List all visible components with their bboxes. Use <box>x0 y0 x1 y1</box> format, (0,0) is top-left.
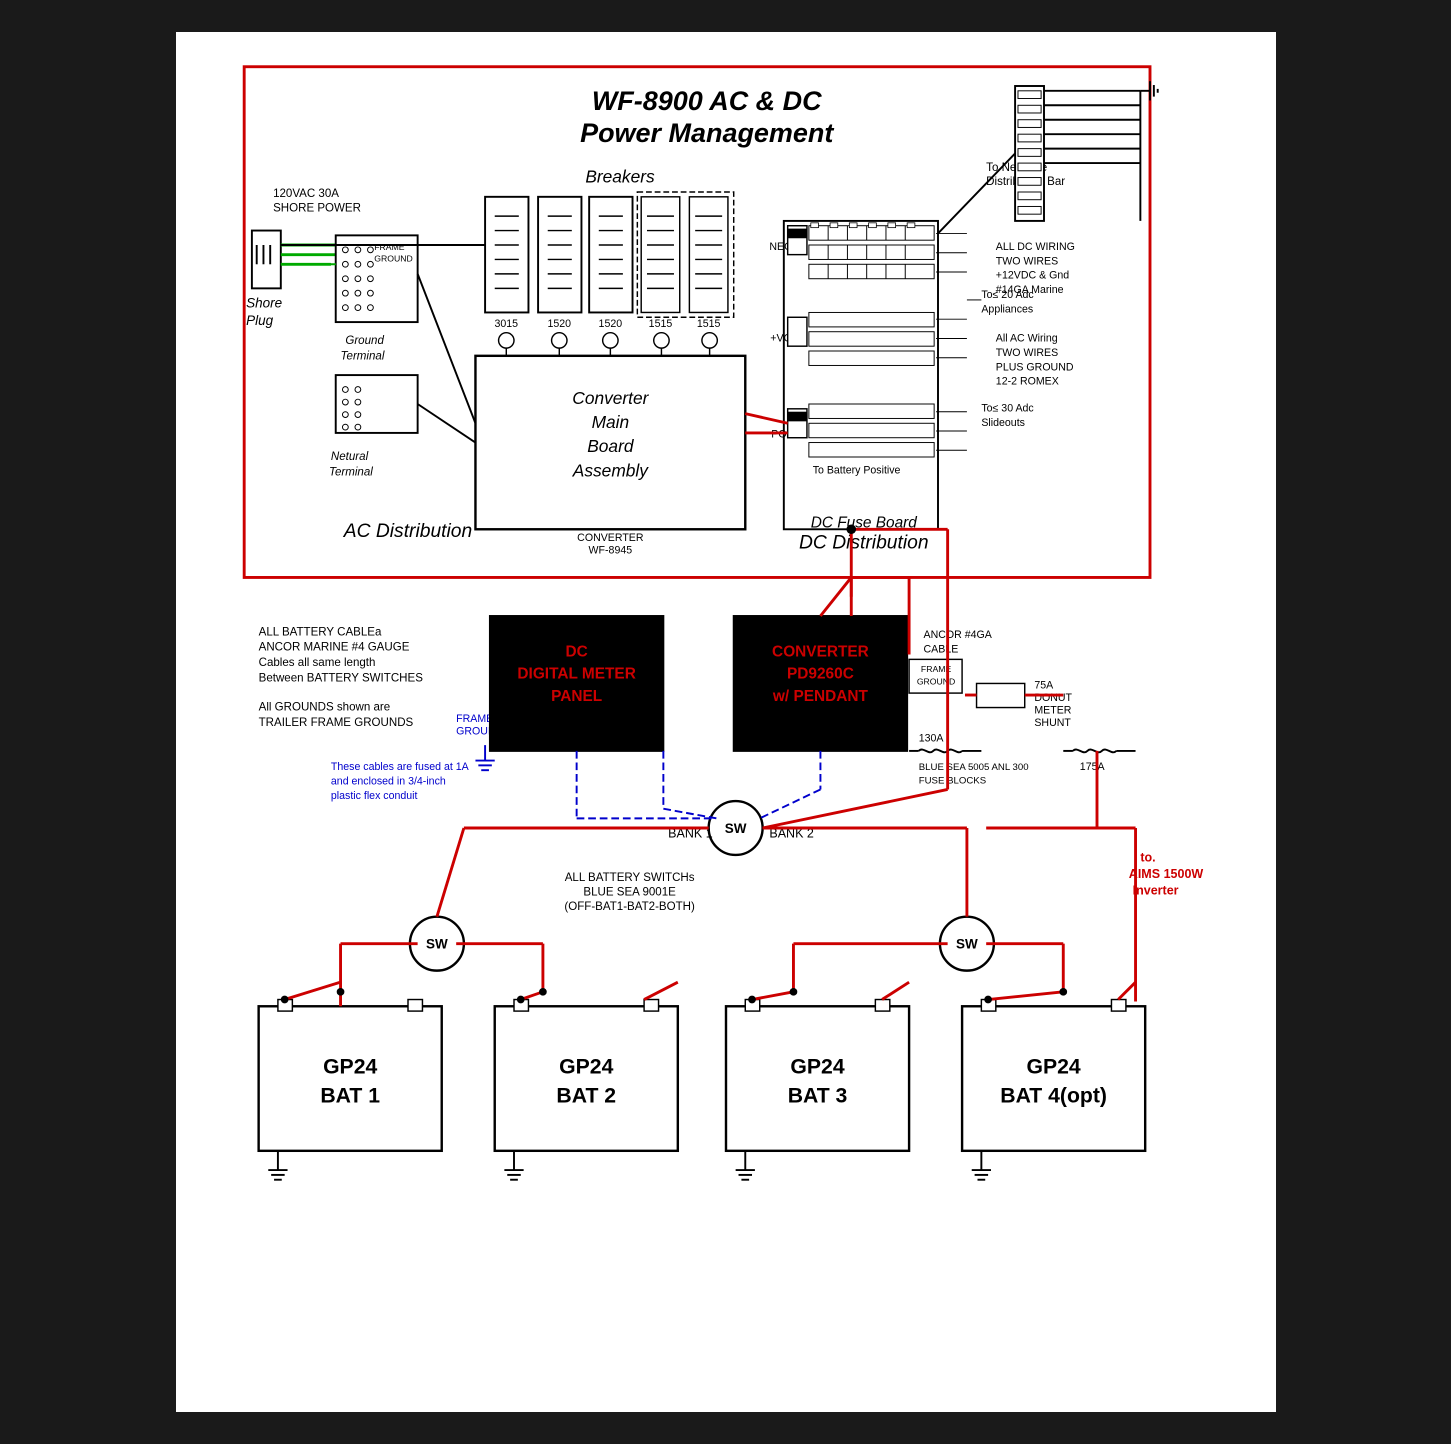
svg-text:Plug: Plug <box>246 313 273 328</box>
svg-text:PLUS GROUND: PLUS GROUND <box>995 361 1073 373</box>
svg-text:BLUE SEA 5005 ANL 300: BLUE SEA 5005 ANL 300 <box>918 762 1028 773</box>
svg-text:plastic flex conduit: plastic flex conduit <box>330 790 417 802</box>
dc-wiring-note: ALL DC WIRING <box>995 241 1074 253</box>
svg-text:ANCOR MARINE #4 GAUGE: ANCOR MARINE #4 GAUGE <box>258 642 409 654</box>
dc-distribution-label: DC Distribution <box>799 533 929 554</box>
svg-text:PD9260C: PD9260C <box>787 666 854 683</box>
svg-text:Cables all same length: Cables all same length <box>258 657 375 669</box>
fused-note: These cables are fused at 1A <box>330 761 469 773</box>
battery-switches-note: ALL BATTERY SWITCHs <box>564 872 694 884</box>
grounds-note: All GROUNDS shown are <box>258 701 390 713</box>
diagram-container: WF-8900 AC & DC Power Management 120VAC … <box>176 32 1276 1412</box>
svg-text:Slideouts: Slideouts <box>981 417 1025 429</box>
svg-text:SHUNT: SHUNT <box>1034 717 1071 729</box>
svg-text:12-2 ROMEX: 12-2 ROMEX <box>995 376 1058 388</box>
frame-ground-label: FRAME <box>374 242 405 252</box>
svg-text:WF-8945: WF-8945 <box>588 544 632 556</box>
to-30adc: To≤ 30 Adc <box>981 403 1034 415</box>
svg-text:TRAILER FRAME GROUNDS: TRAILER FRAME GROUNDS <box>258 717 413 729</box>
ac-distribution-label: AC Distribution <box>342 521 471 542</box>
svg-text:BAT 3: BAT 3 <box>787 1085 847 1108</box>
svg-text:w/ PENDANT: w/ PENDANT <box>771 688 868 705</box>
svg-text:Terminal: Terminal <box>340 351 384 363</box>
svg-text:Appliances: Appliances <box>981 303 1033 315</box>
sw-center: SW <box>724 821 746 836</box>
ground-terminal-label: Ground <box>345 335 384 347</box>
svg-text:FUSE BLOCKS: FUSE BLOCKS <box>918 776 985 787</box>
neutral-terminal-label: Netural <box>330 451 368 463</box>
svg-text:Board: Board <box>587 436 635 456</box>
svg-text:CABLE: CABLE <box>923 644 958 656</box>
breaker-3015: 3015 <box>494 318 518 330</box>
svg-text:Inverter: Inverter <box>1132 883 1178 897</box>
svg-text:Terminal: Terminal <box>328 466 372 478</box>
bat2-label: GP24 <box>559 1056 613 1079</box>
svg-text:GROUND: GROUND <box>374 253 412 263</box>
shore-plug-label: Shore <box>246 296 282 311</box>
aims-label: to. <box>1140 851 1155 865</box>
svg-text:DIGITAL METER: DIGITAL METER <box>517 666 635 683</box>
ac-wiring-note: All AC Wiring <box>995 332 1057 344</box>
svg-text:GROUND: GROUND <box>916 676 954 686</box>
svg-text:BAT 4(opt): BAT 4(opt) <box>1000 1085 1107 1108</box>
svg-text:and enclosed in 3/4-inch: and enclosed in 3/4-inch <box>330 776 445 788</box>
svg-text:(OFF-BAT1-BAT2-BOTH): (OFF-BAT1-BAT2-BOTH) <box>564 901 695 913</box>
sw-left: SW <box>426 936 448 951</box>
svg-text:BAT 2: BAT 2 <box>556 1085 616 1108</box>
svg-text:1515: 1515 <box>648 318 672 330</box>
bat3-label: GP24 <box>790 1056 844 1079</box>
svg-text:1520: 1520 <box>547 318 571 330</box>
to-battery-positive: To Battery Positive <box>812 464 900 476</box>
svg-text:PANEL: PANEL <box>551 688 602 705</box>
sw-right: SW <box>956 936 978 951</box>
converter-panel-label: CONVERTER <box>772 643 869 660</box>
shore-power-label: 120VAC 30A <box>273 188 339 200</box>
fuse-block-130: 130A <box>918 732 944 744</box>
main-title-line1: WF-8900 AC & DC <box>591 86 821 116</box>
svg-text:SHORE POWER: SHORE POWER <box>273 202 361 214</box>
dc-meter-panel-label: DC <box>565 643 587 660</box>
svg-text:BAT 1: BAT 1 <box>320 1085 380 1108</box>
bat4-label: GP24 <box>1026 1056 1080 1079</box>
fuse-block-175: 175A <box>1079 761 1105 773</box>
svg-text:METER: METER <box>1034 704 1071 716</box>
svg-text:TWO WIRES: TWO WIRES <box>995 255 1057 267</box>
converter-label: Converter <box>572 388 649 408</box>
converter-part: CONVERTER <box>577 532 644 544</box>
svg-text:Assembly: Assembly <box>571 460 648 480</box>
svg-text:+12VDC & Gnd: +12VDC & Gnd <box>995 270 1068 282</box>
donut-meter: 75A <box>1034 679 1054 691</box>
svg-text:#14GA Marine: #14GA Marine <box>995 284 1063 296</box>
svg-text:1520: 1520 <box>598 318 622 330</box>
svg-text:AIMS 1500W: AIMS 1500W <box>1128 867 1203 881</box>
frame-ground-lower: FRAME <box>456 713 493 725</box>
svg-text:Main: Main <box>591 412 629 432</box>
svg-text:1515: 1515 <box>696 318 720 330</box>
bat1-label: GP24 <box>323 1056 377 1079</box>
battery-cable-note: ALL BATTERY CABLEa <box>258 626 381 638</box>
main-title-line2: Power Management <box>580 118 834 148</box>
svg-text:BLUE SEA 9001E: BLUE SEA 9001E <box>583 886 676 898</box>
ancor-cable: ANCOR #4GA <box>923 629 992 641</box>
breakers-label: Breakers <box>585 166 655 186</box>
svg-text:TWO WIRES: TWO WIRES <box>995 347 1057 359</box>
svg-text:Between BATTERY SWITCHES: Between BATTERY SWITCHES <box>258 673 423 685</box>
